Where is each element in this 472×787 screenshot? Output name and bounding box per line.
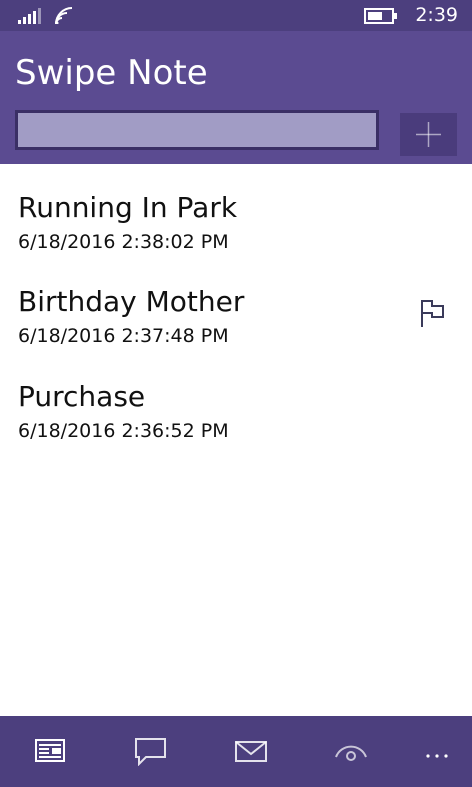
note-item[interactable]: Purchase 6/18/2016 2:36:52 PM <box>0 379 472 471</box>
app-title: Swipe Note <box>15 53 208 93</box>
battery-icon <box>364 8 397 24</box>
flag-icon[interactable] <box>420 298 446 328</box>
chat-button[interactable] <box>134 736 168 766</box>
mail-icon <box>235 741 267 762</box>
new-note-input[interactable] <box>15 110 379 150</box>
more-icon <box>426 754 448 758</box>
more-button[interactable] <box>420 736 454 766</box>
add-note-button[interactable] <box>400 113 457 156</box>
app-header: Swipe Note <box>0 31 472 164</box>
plus-icon <box>416 122 441 147</box>
note-date: 6/18/2016 2:36:52 PM <box>18 420 229 442</box>
notes-icon <box>35 739 65 762</box>
status-bar: 2:39 <box>0 0 472 31</box>
notes-button[interactable] <box>34 736 68 766</box>
note-title: Birthday Mother <box>18 285 245 318</box>
mail-button[interactable] <box>234 736 268 766</box>
chat-icon <box>135 738 166 766</box>
note-date: 6/18/2016 2:38:02 PM <box>18 231 229 253</box>
note-title: Running In Park <box>18 191 238 224</box>
note-title: Purchase <box>18 380 146 413</box>
eye-button[interactable] <box>334 736 368 766</box>
note-date: 6/18/2016 2:37:48 PM <box>18 325 229 347</box>
signal-icon <box>18 8 41 24</box>
note-item[interactable]: Running In Park 6/18/2016 2:38:02 PM <box>0 190 472 282</box>
app-bar <box>0 716 472 787</box>
eye-icon <box>335 745 367 761</box>
note-item[interactable]: Birthday Mother 6/18/2016 2:37:48 PM <box>0 284 472 376</box>
status-clock: 2:39 <box>415 4 458 26</box>
wifi-icon <box>55 7 73 24</box>
